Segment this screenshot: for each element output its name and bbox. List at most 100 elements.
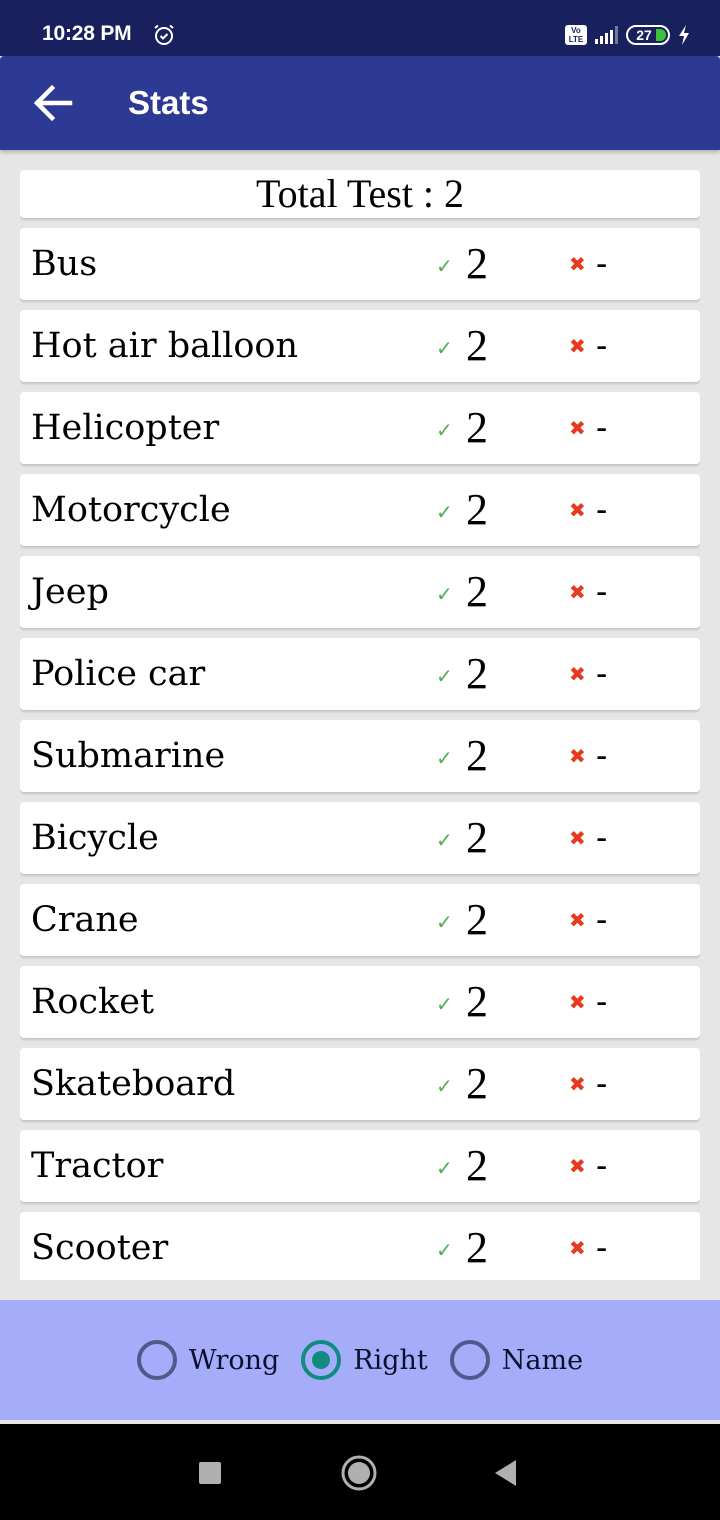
radio-label: Right [353,1344,428,1376]
cross-icon: ✖ [569,744,586,768]
item-name: Police car [31,654,206,694]
cross-icon: ✖ [569,1236,586,1260]
signal-icon [595,26,618,44]
sort-radio-group: Wrong Right Name [0,1300,720,1422]
cross-icon: ✖ [569,252,586,276]
wrong-count: - [596,491,608,529]
stat-row[interactable]: Hot air balloon ✓ 2 ✖ - [20,310,700,382]
stat-row[interactable]: Submarine ✓ 2 ✖ - [20,720,700,792]
stat-row[interactable]: Helicopter ✓ 2 ✖ - [20,392,700,464]
item-name: Tractor [31,1146,164,1186]
check-icon: ✓ [436,664,453,688]
cross-icon: ✖ [569,1072,586,1096]
status-bar: 10:28 PM Vo LTE 27 [0,0,720,56]
home-circle-icon[interactable] [334,1448,384,1498]
cross-icon: ✖ [569,334,586,358]
system-nav-bar [0,1424,720,1520]
check-icon: ✓ [436,1238,453,1262]
right-count: 2 [466,1141,488,1190]
check-icon: ✓ [436,1074,453,1098]
check-icon: ✓ [436,418,453,442]
wrong-count: - [596,901,608,939]
cross-icon: ✖ [569,580,586,604]
wrong-count: - [596,819,608,857]
check-icon: ✓ [436,992,453,1016]
cross-icon: ✖ [569,908,586,932]
cross-icon: ✖ [569,990,586,1014]
recents-square-icon[interactable] [185,1448,235,1498]
right-count: 2 [466,649,488,698]
cross-icon: ✖ [569,416,586,440]
back-triangle-icon[interactable] [480,1448,530,1498]
cross-icon: ✖ [569,1154,586,1178]
stat-row[interactable]: Motorcycle ✓ 2 ✖ - [20,474,700,546]
item-name: Bus [31,244,98,284]
stat-row[interactable]: Tractor ✓ 2 ✖ - [20,1130,700,1202]
total-test-card: Total Test : 2 [20,170,700,218]
radio-button[interactable] [301,1340,342,1380]
charging-icon [679,25,689,45]
radio-label: Name [501,1344,584,1376]
right-count: 2 [466,485,488,534]
wrong-count: - [596,1147,608,1185]
stat-row[interactable]: Rocket ✓ 2 ✖ - [20,966,700,1038]
item-name: Motorcycle [31,490,231,530]
radio-button[interactable] [449,1340,490,1380]
right-count: 2 [466,977,488,1026]
item-name: Crane [31,900,139,940]
right-count: 2 [466,567,488,616]
stat-row[interactable]: Crane ✓ 2 ✖ - [20,884,700,956]
stats-list[interactable]: Total Test : 2 Bus ✓ 2 ✖ - Hot air ballo… [20,170,700,1280]
right-count: 2 [466,321,488,370]
right-count: 2 [466,239,488,288]
radio-label: Wrong [188,1344,280,1376]
check-icon: ✓ [436,254,453,278]
app-bar: Stats [0,56,720,150]
stat-row[interactable]: Jeep ✓ 2 ✖ - [20,556,700,628]
wrong-count: - [596,409,608,447]
right-count: 2 [466,813,488,862]
check-icon: ✓ [436,910,453,934]
status-icons: Vo LTE 27 [565,22,690,48]
sort-option-name[interactable]: Name [449,1340,584,1380]
stat-row[interactable]: Skateboard ✓ 2 ✖ - [20,1048,700,1120]
item-name: Bicycle [31,818,159,858]
wrong-count: - [596,327,608,365]
volte-icon: Vo LTE [565,25,587,45]
page-title: Stats [128,84,209,121]
cross-icon: ✖ [569,826,586,850]
stat-row[interactable]: Bus ✓ 2 ✖ - [20,228,700,300]
check-icon: ✓ [436,746,453,770]
wrong-count: - [596,737,608,775]
stat-row[interactable]: Scooter ✓ 2 ✖ - [20,1212,700,1280]
item-name: Scooter [31,1228,169,1268]
check-icon: ✓ [436,582,453,606]
status-time: 10:28 PM [42,22,132,45]
right-count: 2 [466,1059,488,1108]
wrong-count: - [596,573,608,611]
right-count: 2 [466,1223,488,1272]
item-name: Rocket [31,982,155,1022]
check-icon: ✓ [436,828,453,852]
wrong-count: - [596,1229,608,1267]
right-count: 2 [466,895,488,944]
check-icon: ✓ [436,500,453,524]
item-name: Submarine [31,736,226,776]
sort-option-right[interactable]: Right [301,1340,428,1380]
right-count: 2 [466,731,488,780]
stat-row[interactable]: Bicycle ✓ 2 ✖ - [20,802,700,874]
sort-option-wrong[interactable]: Wrong [136,1340,280,1380]
right-count: 2 [466,403,488,452]
check-icon: ✓ [436,336,453,360]
wrong-count: - [596,245,608,283]
back-arrow-icon[interactable] [30,83,76,123]
item-name: Hot air balloon [31,326,299,366]
battery-icon: 27 [626,25,670,45]
item-name: Skateboard [31,1064,236,1104]
radio-button[interactable] [136,1340,177,1380]
item-name: Helicopter [31,408,220,448]
stat-row[interactable]: Police car ✓ 2 ✖ - [20,638,700,710]
cross-icon: ✖ [569,498,586,522]
alarm-icon [154,24,174,45]
item-name: Jeep [31,572,109,612]
